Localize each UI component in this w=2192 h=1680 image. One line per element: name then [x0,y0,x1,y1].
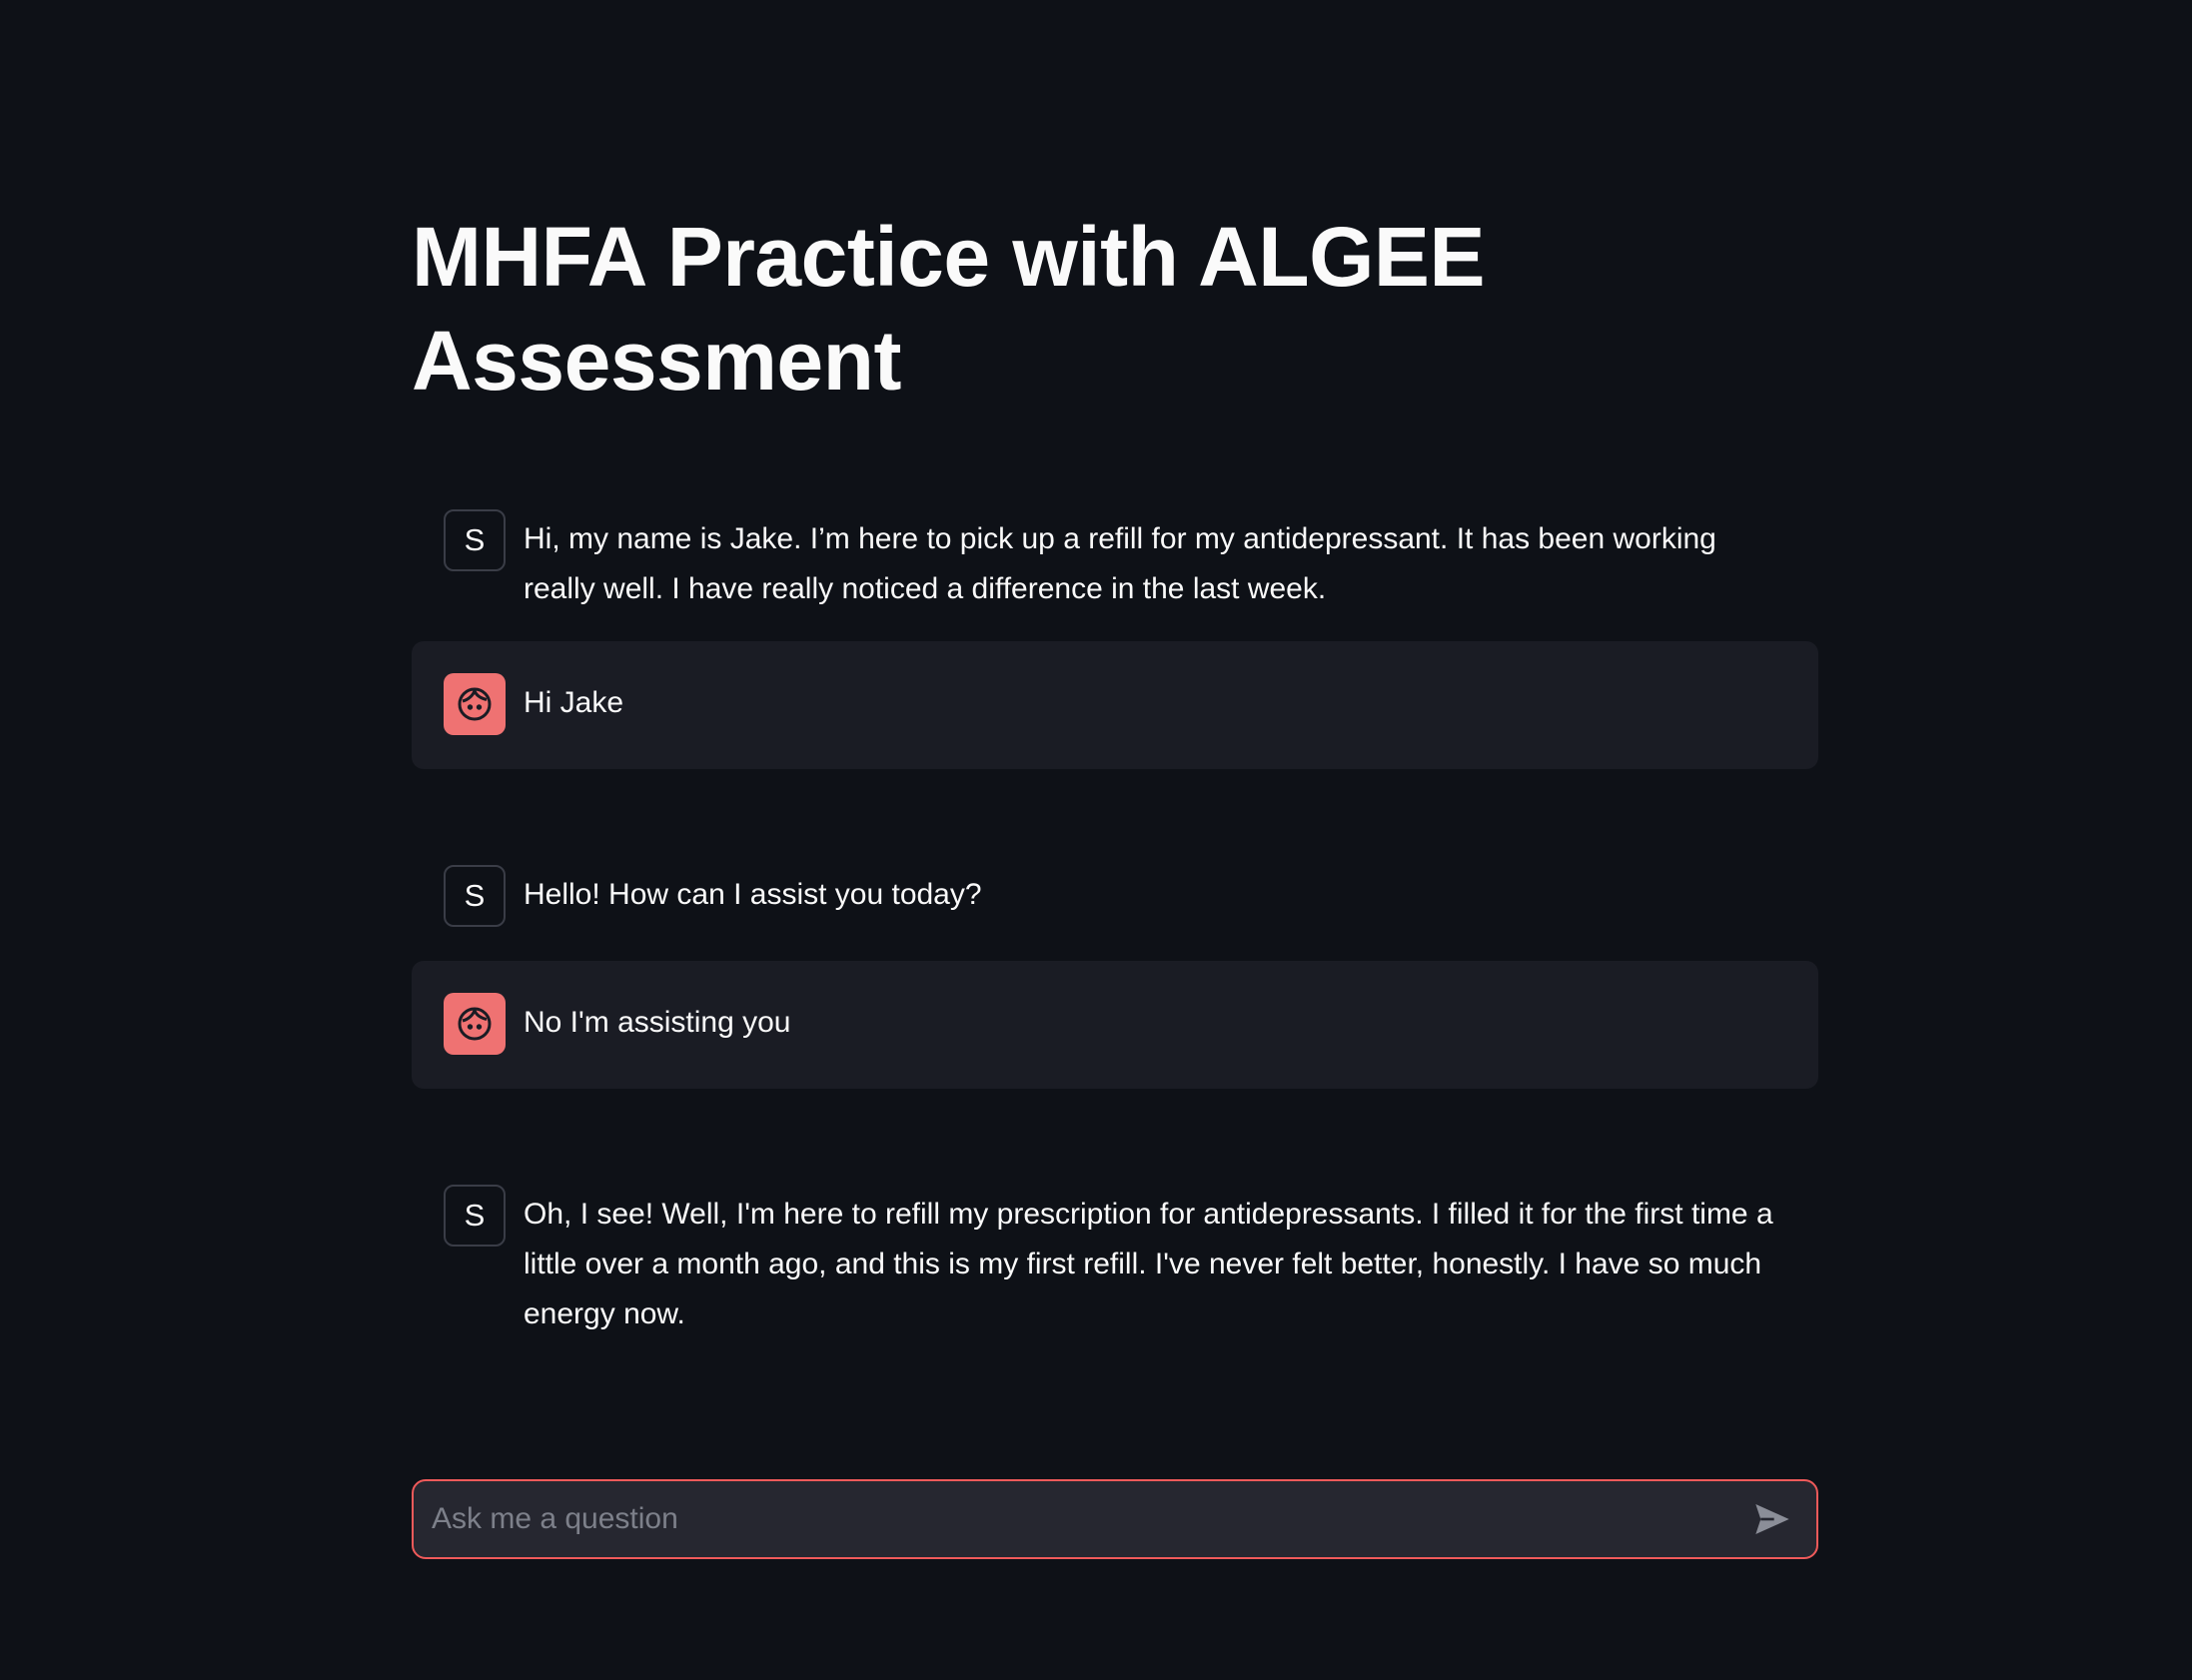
chat-message-user: No I'm assisting you [412,961,1818,1089]
send-button[interactable] [1742,1489,1802,1549]
chat-input-container [412,1479,1818,1559]
chat-message-assistant: S Hi, my name is Jake. I’m here to pick … [412,477,1818,646]
chat-input[interactable] [414,1481,1742,1557]
app-page: MHFA Practice with ALGEE Assessment S Hi… [0,0,2192,1680]
message-text: Oh, I see! Well, I'm here to refill my p… [524,1198,1773,1330]
chat-message-assistant: S Oh, I see! Well, I'm here to refill my… [412,1153,1818,1371]
message-text: Hi, my name is Jake. I’m here to pick up… [524,522,1716,605]
chat-message-user: Hi Jake [412,641,1818,769]
message-text: No I'm assisting you [524,1006,791,1039]
message-text: Hello! How can I assist you today? [524,878,982,911]
assistant-avatar: S [444,509,506,571]
message-text: Hi Jake [524,686,624,719]
user-face-icon [444,673,506,735]
send-icon [1755,1504,1789,1534]
assistant-avatar: S [444,865,506,927]
assistant-avatar: S [444,1185,506,1247]
user-face-icon [444,993,506,1055]
page-title: MHFA Practice with ALGEE Assessment [412,210,1485,408]
chat-message-assistant: S Hello! How can I assist you today? [412,833,1818,959]
